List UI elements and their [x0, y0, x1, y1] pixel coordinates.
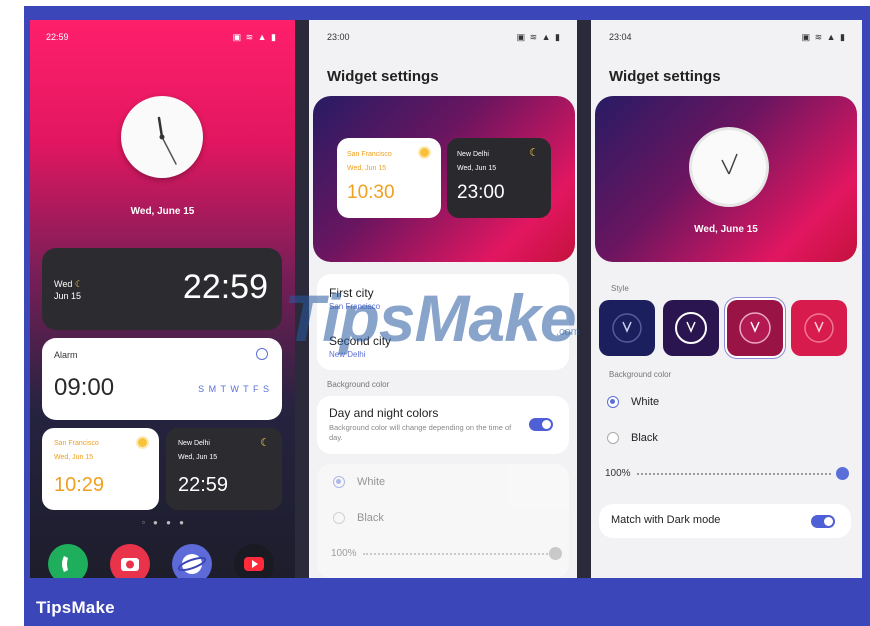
world-clock-widget-nd[interactable]: New Delhi ☾ Wed, Jun 15 22:59 — [166, 428, 282, 510]
clock-date: Wed, June 15 — [130, 206, 195, 217]
youtube-icon[interactable] — [234, 544, 274, 578]
city-date: Wed, Jun 15 — [54, 454, 94, 461]
phone-widget-settings-analog: 23:04 ▣ ≋ ▲ ▮ Widget settings Wed, June … — [591, 20, 862, 578]
city-date: Wed, Jun 15 — [457, 165, 497, 172]
footer-brand: TipsMake — [36, 598, 115, 617]
day-night-setting[interactable]: Day and night colors Background color wi… — [317, 396, 569, 454]
browser-icon[interactable] — [172, 544, 212, 578]
page-title: Widget settings — [609, 68, 721, 85]
footer-bar — [24, 578, 870, 626]
phone-home-screen: 22:59 ▣ ≋ ▲ ▮ Wed, June 15 Wed ☾ Jun 15 … — [30, 20, 295, 578]
status-time: 23:04 — [609, 32, 632, 42]
transparency-slider[interactable] — [363, 553, 551, 555]
dark-mode-label: Match with Dark mode — [611, 514, 721, 526]
city-time: 22:59 — [178, 474, 229, 496]
widget-preview: San Francisco Wed, Jun 15 10:30 New Delh… — [313, 96, 575, 262]
status-time: 23:00 — [327, 32, 350, 42]
city-name: San Francisco — [54, 440, 99, 447]
world-clock-widget-sf[interactable]: San Francisco Wed, Jun 15 10:29 — [42, 428, 159, 510]
background-color-label: Background color — [327, 380, 390, 389]
color-options-card: White Black 100% — [317, 464, 569, 578]
slider-knob[interactable] — [836, 467, 849, 480]
widget-date-text: Jun 15 — [54, 291, 82, 301]
black-radio[interactable] — [607, 432, 619, 444]
city-time: 23:00 — [457, 182, 505, 203]
status-time: 22:59 — [46, 32, 69, 42]
phone-separator — [577, 20, 591, 578]
moon-icon: ☾ — [260, 437, 270, 449]
transparency-value: 100% — [605, 468, 631, 479]
border-right — [862, 6, 870, 580]
dark-mode-toggle[interactable] — [811, 515, 835, 528]
black-radio[interactable] — [333, 512, 345, 524]
day-night-title: Day and night colors — [329, 406, 439, 420]
watermark-suffix: .com — [556, 326, 580, 338]
black-label: Black — [357, 512, 384, 524]
slider-knob[interactable] — [549, 547, 562, 560]
style-option-red[interactable] — [791, 300, 847, 356]
alarm-label: Alarm — [54, 350, 78, 360]
clock-hands-icon — [157, 116, 177, 165]
day-night-toggle[interactable] — [529, 418, 553, 431]
screenshot-frame: 22:59 ▣ ≋ ▲ ▮ Wed, June 15 Wed ☾ Jun 15 … — [0, 0, 870, 626]
white-label: White — [631, 396, 660, 408]
style-label: Style — [611, 284, 629, 293]
analog-clock-widget[interactable] — [121, 96, 203, 178]
transparency-value: 100% — [331, 548, 357, 559]
watermark-logo: TipsMake — [284, 281, 577, 355]
border-top — [24, 6, 870, 20]
status-icons: ▣ ≋ ▲ ▮ — [516, 32, 561, 42]
city-time: 10:30 — [347, 182, 395, 203]
widget-date: Wed ☾ Jun 15 — [54, 278, 83, 302]
city-time: 10:29 — [54, 474, 105, 496]
status-icons: ▣ ≋ ▲ ▮ — [232, 32, 277, 42]
page-title: Widget settings — [327, 68, 439, 85]
alarm-time: 09:00 — [54, 374, 115, 401]
alarm-widget[interactable]: Alarm 09:00 S M T W T F S — [42, 338, 282, 420]
status-icons: ▣ ≋ ▲ ▮ — [801, 32, 846, 42]
city-name: New Delhi — [457, 151, 489, 158]
camera-icon[interactable] — [110, 544, 150, 578]
phone-icon[interactable] — [48, 544, 88, 578]
white-label: White — [357, 476, 386, 488]
clock-date: Wed, June 15 — [694, 224, 758, 235]
analog-clock-preview — [692, 130, 766, 204]
city-name: San Francisco — [347, 151, 392, 158]
dark-mode-setting[interactable]: Match with Dark mode — [599, 504, 851, 538]
day-night-desc: Background color will change depending o… — [329, 423, 512, 442]
widget-day: Wed — [54, 279, 73, 289]
widget-preview: Wed, June 15 — [595, 96, 857, 262]
city-date: Wed, Jun 15 — [178, 454, 218, 461]
style-option-crimson-selected[interactable] — [727, 300, 783, 356]
sun-icon — [420, 148, 429, 157]
background-color-label: Background color — [609, 370, 672, 379]
alarm-days: S M T W T F S — [198, 384, 270, 394]
white-radio[interactable] — [333, 476, 345, 488]
widget-time: 22:59 — [182, 268, 268, 306]
preview-city1: San Francisco Wed, Jun 15 10:30 — [337, 138, 441, 218]
city-name: New Delhi — [178, 440, 210, 447]
preview-city2: New Delhi ☾ Wed, Jun 15 23:00 — [447, 138, 551, 218]
moon-icon: ☾ — [74, 279, 83, 289]
transparency-slider[interactable] — [637, 473, 831, 475]
dual-clock-widget[interactable]: Wed ☾ Jun 15 22:59 — [42, 248, 282, 330]
clock-hands-icon — [721, 153, 738, 175]
moon-icon: ☾ — [529, 147, 539, 159]
black-label: Black — [631, 432, 658, 444]
style-option-navy[interactable] — [599, 300, 655, 356]
page-indicator: ▫ ● ● ● — [142, 518, 187, 527]
white-radio[interactable] — [607, 396, 619, 408]
sun-icon — [138, 438, 147, 447]
style-option-purple[interactable] — [663, 300, 719, 356]
city-date: Wed, Jun 15 — [347, 165, 387, 172]
alarm-clock-icon — [256, 348, 268, 360]
